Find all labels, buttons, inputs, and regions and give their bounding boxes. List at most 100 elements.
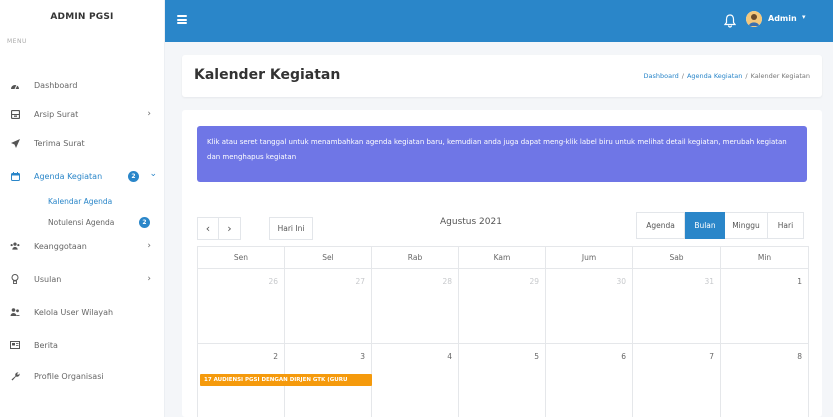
- calendar-month-title: Agustus 2021: [440, 217, 502, 227]
- user-name[interactable]: Admin: [768, 14, 797, 23]
- users-icon: [10, 241, 20, 251]
- today-button[interactable]: Hari Ini: [269, 217, 313, 240]
- bell-icon[interactable]: [723, 13, 737, 28]
- sidebar-item-keanggotaan[interactable]: Keanggotaan ›: [0, 236, 165, 256]
- breadcrumb-dashboard[interactable]: Dashboard: [644, 72, 679, 80]
- sidebar-item-kelola-user-wilayah[interactable]: Kelola User Wilayah: [0, 302, 165, 322]
- sidebar-item-dashboard[interactable]: Dashboard: [0, 75, 165, 95]
- user-group-icon: [10, 307, 20, 317]
- sidebar-subitem-label: Kalendar Agenda: [48, 196, 113, 206]
- sidebar-item-label: Kelola User Wilayah: [34, 307, 114, 317]
- chevron-right-icon: ›: [147, 241, 151, 251]
- chevron-right-icon: ›: [147, 109, 151, 119]
- paper-plane-icon: [10, 138, 20, 148]
- weekday-header: Jum: [546, 247, 633, 269]
- sidebar-item-agenda-kegiatan[interactable]: Agenda Kegiatan 2 ⌄: [0, 166, 165, 186]
- agenda-badge: 2: [128, 170, 139, 182]
- weekday-header: Rab: [372, 247, 459, 269]
- breadcrumb-separator: /: [681, 72, 684, 80]
- top-navbar: Admin ▾: [165, 0, 833, 42]
- sidebar-item-terima-surat[interactable]: Terima Surat: [0, 133, 165, 153]
- calendar-day-cell[interactable]: 30: [546, 269, 633, 344]
- view-button-group: Agenda Bulan Minggu Hari: [636, 212, 804, 239]
- day-number: 30: [616, 277, 626, 286]
- sidebar: ADMIN PGSI MENU Dashboard Arsip Surat › …: [0, 0, 165, 417]
- sidebar-subitem-label: Notulensi Agenda: [48, 217, 115, 227]
- calendar-day-cell[interactable]: 31: [633, 269, 721, 344]
- lightbulb-icon: [10, 274, 20, 284]
- weekday-header: Sel: [285, 247, 372, 269]
- day-number: 26: [268, 277, 278, 286]
- view-bulan-button[interactable]: Bulan: [685, 212, 725, 239]
- weekday-header: Sab: [633, 247, 721, 269]
- today-button-group: Hari Ini: [269, 217, 313, 240]
- sidebar-item-label: Usulan: [34, 274, 62, 284]
- day-number: 27: [355, 277, 365, 286]
- day-number: 4: [447, 352, 452, 361]
- notulensi-badge: 2: [139, 216, 150, 228]
- breadcrumb-current: Kalender Kegiatan: [750, 72, 810, 80]
- avatar[interactable]: [746, 11, 762, 27]
- archive-icon: [10, 109, 20, 119]
- caret-down-icon[interactable]: ▾: [802, 13, 806, 21]
- weekday-header: Sen: [198, 247, 285, 269]
- sidebar-item-label: Berita: [34, 340, 58, 350]
- calendar-day-cell[interactable]: 28: [372, 269, 459, 344]
- day-number: 5: [534, 352, 539, 361]
- hamburger-menu-icon[interactable]: [177, 15, 187, 24]
- calendar-event[interactable]: 17 AUDIENSI PGSI DENGAN DIRJEN GTK (GURU: [200, 374, 372, 386]
- calendar-day-cell[interactable]: 8: [721, 344, 809, 417]
- sidebar-item-berita[interactable]: Berita: [0, 335, 165, 355]
- dashboard-icon: [10, 80, 20, 90]
- day-number: 28: [442, 277, 452, 286]
- breadcrumb: Dashboard / Agenda Kegiatan / Kalender Kegia…: [644, 72, 810, 80]
- sidebar-item-label: Terima Surat: [34, 138, 85, 148]
- sidebar-item-label: Agenda Kegiatan: [34, 171, 103, 181]
- calendar-day-cell[interactable]: 6: [546, 344, 633, 417]
- wrench-icon: [10, 371, 20, 381]
- page-title: Kalender Kegiatan: [194, 67, 341, 83]
- day-number: 1: [797, 277, 802, 286]
- sidebar-item-profile-organisasi[interactable]: Profile Organisasi: [0, 366, 165, 386]
- info-alert: Klik atau seret tanggal untuk menambahka…: [197, 126, 807, 182]
- next-button[interactable]: ›: [219, 217, 241, 240]
- calendar-day-cell[interactable]: 4: [372, 344, 459, 417]
- sidebar-item-label: Keanggotaan: [34, 241, 87, 251]
- calendar-icon: [10, 171, 20, 181]
- calendar-day-cell[interactable]: 5: [459, 344, 546, 417]
- calendar-day-cell[interactable]: 27: [285, 269, 372, 344]
- sidebar-item-label: Arsip Surat: [34, 109, 79, 119]
- sidebar-item-arsip-surat[interactable]: Arsip Surat ›: [0, 104, 165, 124]
- chevron-down-icon: ⌄: [149, 169, 157, 179]
- day-number: 2: [273, 352, 278, 361]
- menu-header: MENU: [7, 37, 27, 45]
- day-number: 6: [621, 352, 626, 361]
- weekday-header: Min: [721, 247, 809, 269]
- view-agenda-button[interactable]: Agenda: [636, 212, 685, 239]
- calendar-day-cell[interactable]: 26: [198, 269, 285, 344]
- breadcrumb-agenda-kegiatan[interactable]: Agenda Kegiatan: [687, 72, 742, 80]
- sidebar-subitem-kalendar-agenda[interactable]: Kalendar Agenda: [0, 192, 165, 210]
- calendar-day-cell[interactable]: 29: [459, 269, 546, 344]
- calendar-day-cell[interactable]: 7: [633, 344, 721, 417]
- day-number: 8: [797, 352, 802, 361]
- day-number: 31: [704, 277, 714, 286]
- sidebar-item-usulan[interactable]: Usulan ›: [0, 269, 165, 289]
- calendar-grid: Sen Sel Rab Kam Jum Sab Min 26 27 28 29 …: [197, 246, 809, 417]
- newspaper-icon: [10, 340, 20, 350]
- day-number: 29: [529, 277, 539, 286]
- breadcrumb-separator: /: [745, 72, 748, 80]
- nav-button-group: ‹ ›: [197, 217, 241, 240]
- prev-button[interactable]: ‹: [197, 217, 219, 240]
- sidebar-item-label: Profile Organisasi: [34, 371, 104, 381]
- view-minggu-button[interactable]: Minggu: [725, 212, 768, 239]
- weekday-header: Kam: [459, 247, 546, 269]
- sidebar-subitem-notulensi-agenda[interactable]: Notulensi Agenda 2: [0, 213, 165, 231]
- page-header-card: Kalender Kegiatan Dashboard / Agenda Kegia…: [182, 55, 822, 97]
- view-hari-button[interactable]: Hari: [768, 212, 804, 239]
- calendar-day-cell[interactable]: 1: [721, 269, 809, 344]
- brand-title[interactable]: ADMIN PGSI: [0, 0, 164, 34]
- chevron-right-icon: ›: [147, 274, 151, 284]
- day-number: 3: [360, 352, 365, 361]
- day-number: 7: [709, 352, 714, 361]
